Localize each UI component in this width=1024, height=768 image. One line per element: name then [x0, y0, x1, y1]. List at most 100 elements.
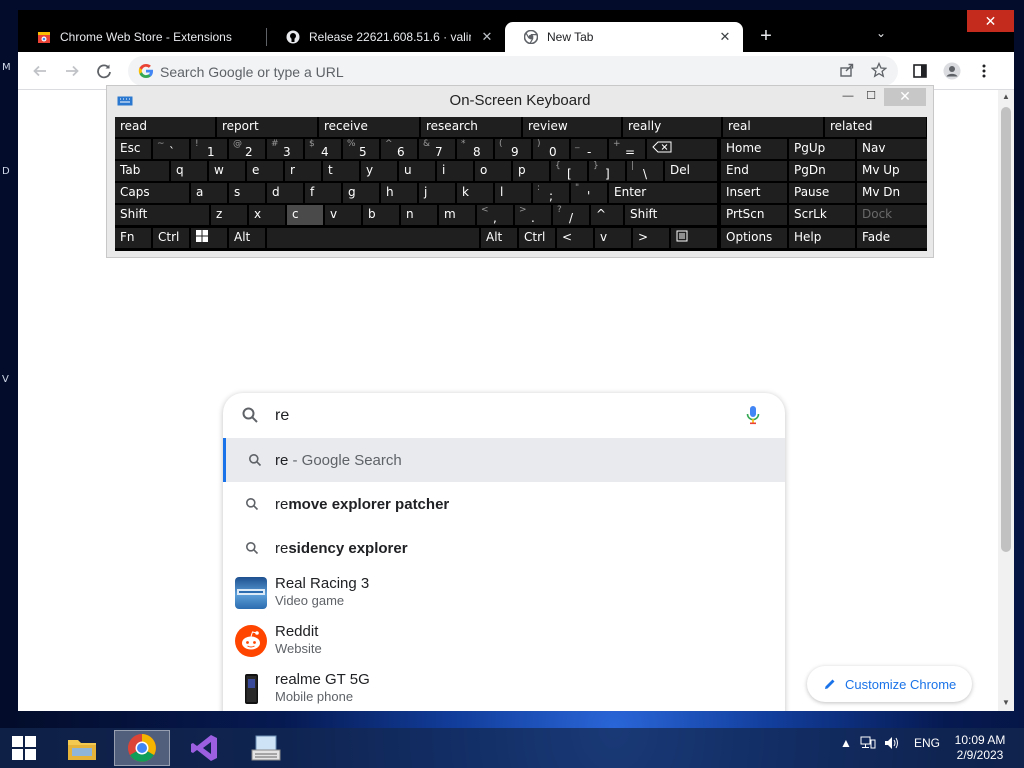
prediction-key[interactable]: report [217, 117, 317, 137]
key-letter[interactable]: n [401, 205, 437, 225]
key-nav[interactable]: Home [721, 139, 787, 159]
key-symbol[interactable]: _ - [571, 139, 607, 159]
key-delete[interactable]: Del [665, 161, 717, 181]
key-space[interactable] [267, 228, 479, 248]
customize-chrome-button[interactable]: Customize Chrome [807, 666, 972, 702]
tab-new-tab[interactable]: New Tab ✕ [505, 22, 743, 52]
prediction-key[interactable]: really [623, 117, 721, 137]
key-symbol[interactable]: <, [477, 205, 513, 225]
key-letter[interactable]: e [247, 161, 283, 181]
key-letter[interactable]: w [209, 161, 245, 181]
key-letter[interactable]: g [343, 183, 379, 203]
key-symbol[interactable]: ^ 6 [381, 139, 417, 159]
prediction-key[interactable]: review [523, 117, 621, 137]
key-letter[interactable]: k [457, 183, 493, 203]
search-box[interactable]: re [223, 393, 785, 437]
key-symbol[interactable]: >. [515, 205, 551, 225]
key-shift-right[interactable]: Shift [625, 205, 717, 225]
key-letter[interactable]: t [323, 161, 359, 181]
prediction-key[interactable]: research [421, 117, 521, 137]
prediction-key[interactable]: read [115, 117, 215, 137]
suggestion-google-search[interactable]: re - Google Search [223, 438, 785, 482]
network-icon[interactable] [860, 736, 876, 753]
reload-button[interactable] [94, 61, 114, 81]
key-symbol[interactable]: ) 0 [533, 139, 569, 159]
scroll-up-arrow-icon[interactable]: ▲ [998, 90, 1014, 104]
key-nav[interactable]: ScrLk [789, 205, 855, 225]
key-letter[interactable]: f [305, 183, 341, 203]
key-arrow-down[interactable]: v [595, 228, 631, 248]
taskbar-file-explorer[interactable] [54, 730, 110, 766]
window-close-button[interactable]: ✕ [967, 10, 1014, 32]
close-tab-icon[interactable]: ✕ [717, 29, 733, 45]
scrollbar[interactable]: ▲ ▼ [998, 90, 1014, 711]
maximize-button[interactable]: ☐ [857, 90, 885, 104]
key-letter[interactable]: x [249, 205, 285, 225]
key-nav[interactable]: Help [789, 228, 855, 248]
key-letter[interactable]: h [381, 183, 417, 203]
close-tab-icon[interactable]: ✕ [479, 29, 495, 45]
key-letter[interactable]: j [419, 183, 455, 203]
key-letter[interactable]: m [439, 205, 475, 225]
suggestion-item[interactable]: residency explorer [223, 526, 785, 570]
key-alt-right[interactable]: Alt [481, 228, 517, 248]
taskbar-visual-studio[interactable] [176, 730, 232, 766]
key-letter[interactable]: o [475, 161, 511, 181]
key-caps[interactable]: Caps [115, 183, 189, 203]
profile-button[interactable] [942, 61, 962, 81]
key-nav[interactable]: Insert [721, 183, 787, 203]
key-symbol[interactable]: | \ [627, 161, 663, 181]
key-letter[interactable]: b [363, 205, 399, 225]
share-icon[interactable] [838, 62, 856, 80]
start-button[interactable] [0, 730, 48, 766]
key-menu[interactable] [671, 228, 717, 248]
tab-github-release[interactable]: Release 22621.608.51.6 · valinet/E ✕ [267, 22, 505, 52]
key-nav[interactable]: Nav [857, 139, 927, 159]
key-arrow-right[interactable]: > [633, 228, 669, 248]
key-letter[interactable]: c [287, 205, 323, 225]
entity-suggestion[interactable]: Reddit Website [223, 617, 785, 665]
key-letter[interactable]: p [513, 161, 549, 181]
key-shift-left[interactable]: Shift [115, 205, 209, 225]
scroll-thumb[interactable] [1001, 107, 1011, 552]
key-nav[interactable]: Mv Up [857, 161, 927, 181]
prediction-key[interactable]: real [723, 117, 823, 137]
key-letter[interactable]: s [229, 183, 265, 203]
key-nav[interactable]: Fade [857, 228, 927, 248]
key-symbol[interactable]: + = [609, 139, 645, 159]
key-tab[interactable]: Tab [115, 161, 169, 181]
key-nav[interactable]: Pause [789, 183, 855, 203]
key-nav[interactable]: Options [721, 228, 787, 248]
key-symbol[interactable]: @2 [229, 139, 265, 159]
key-symbol[interactable]: $4 [305, 139, 341, 159]
show-hidden-icons[interactable]: ▲ [840, 736, 852, 750]
key-letter[interactable]: z [211, 205, 247, 225]
key-letter[interactable]: a [191, 183, 227, 203]
key-symbol[interactable]: }] [589, 161, 625, 181]
key-enter[interactable]: Enter [609, 183, 717, 203]
key-letter[interactable]: r [285, 161, 321, 181]
entity-suggestion[interactable]: realme GT 5G Mobile phone [223, 665, 785, 711]
prediction-key[interactable]: related [825, 117, 926, 137]
key-symbol[interactable]: * 8 [457, 139, 493, 159]
prediction-key[interactable]: receive [319, 117, 419, 137]
omnibox[interactable]: Search Google or type a URL [128, 56, 898, 86]
key-symbol[interactable]: " ' [571, 183, 607, 203]
key-symbol[interactable]: {[ [551, 161, 587, 181]
key-symbol[interactable]: :; [533, 183, 569, 203]
scroll-down-arrow-icon[interactable]: ▼ [998, 696, 1014, 710]
tab-web-store[interactable]: Chrome Web Store - Extensions [18, 22, 266, 52]
key-arrow-left[interactable]: < [557, 228, 593, 248]
key-letter[interactable]: i [437, 161, 473, 181]
key-esc[interactable]: Esc [115, 139, 151, 159]
key-backspace[interactable] [647, 139, 717, 159]
key-letter[interactable]: q [171, 161, 207, 181]
menu-button[interactable] [974, 61, 994, 81]
key-nav[interactable]: PgUp [789, 139, 855, 159]
key-symbol[interactable]: % 5 [343, 139, 379, 159]
key-letter[interactable]: l [495, 183, 531, 203]
forward-button[interactable] [62, 61, 82, 81]
suggestion-item[interactable]: remove explorer patcher [223, 482, 785, 526]
key-symbol[interactable]: ~ ` [153, 139, 189, 159]
new-tab-button[interactable]: + [756, 26, 776, 46]
